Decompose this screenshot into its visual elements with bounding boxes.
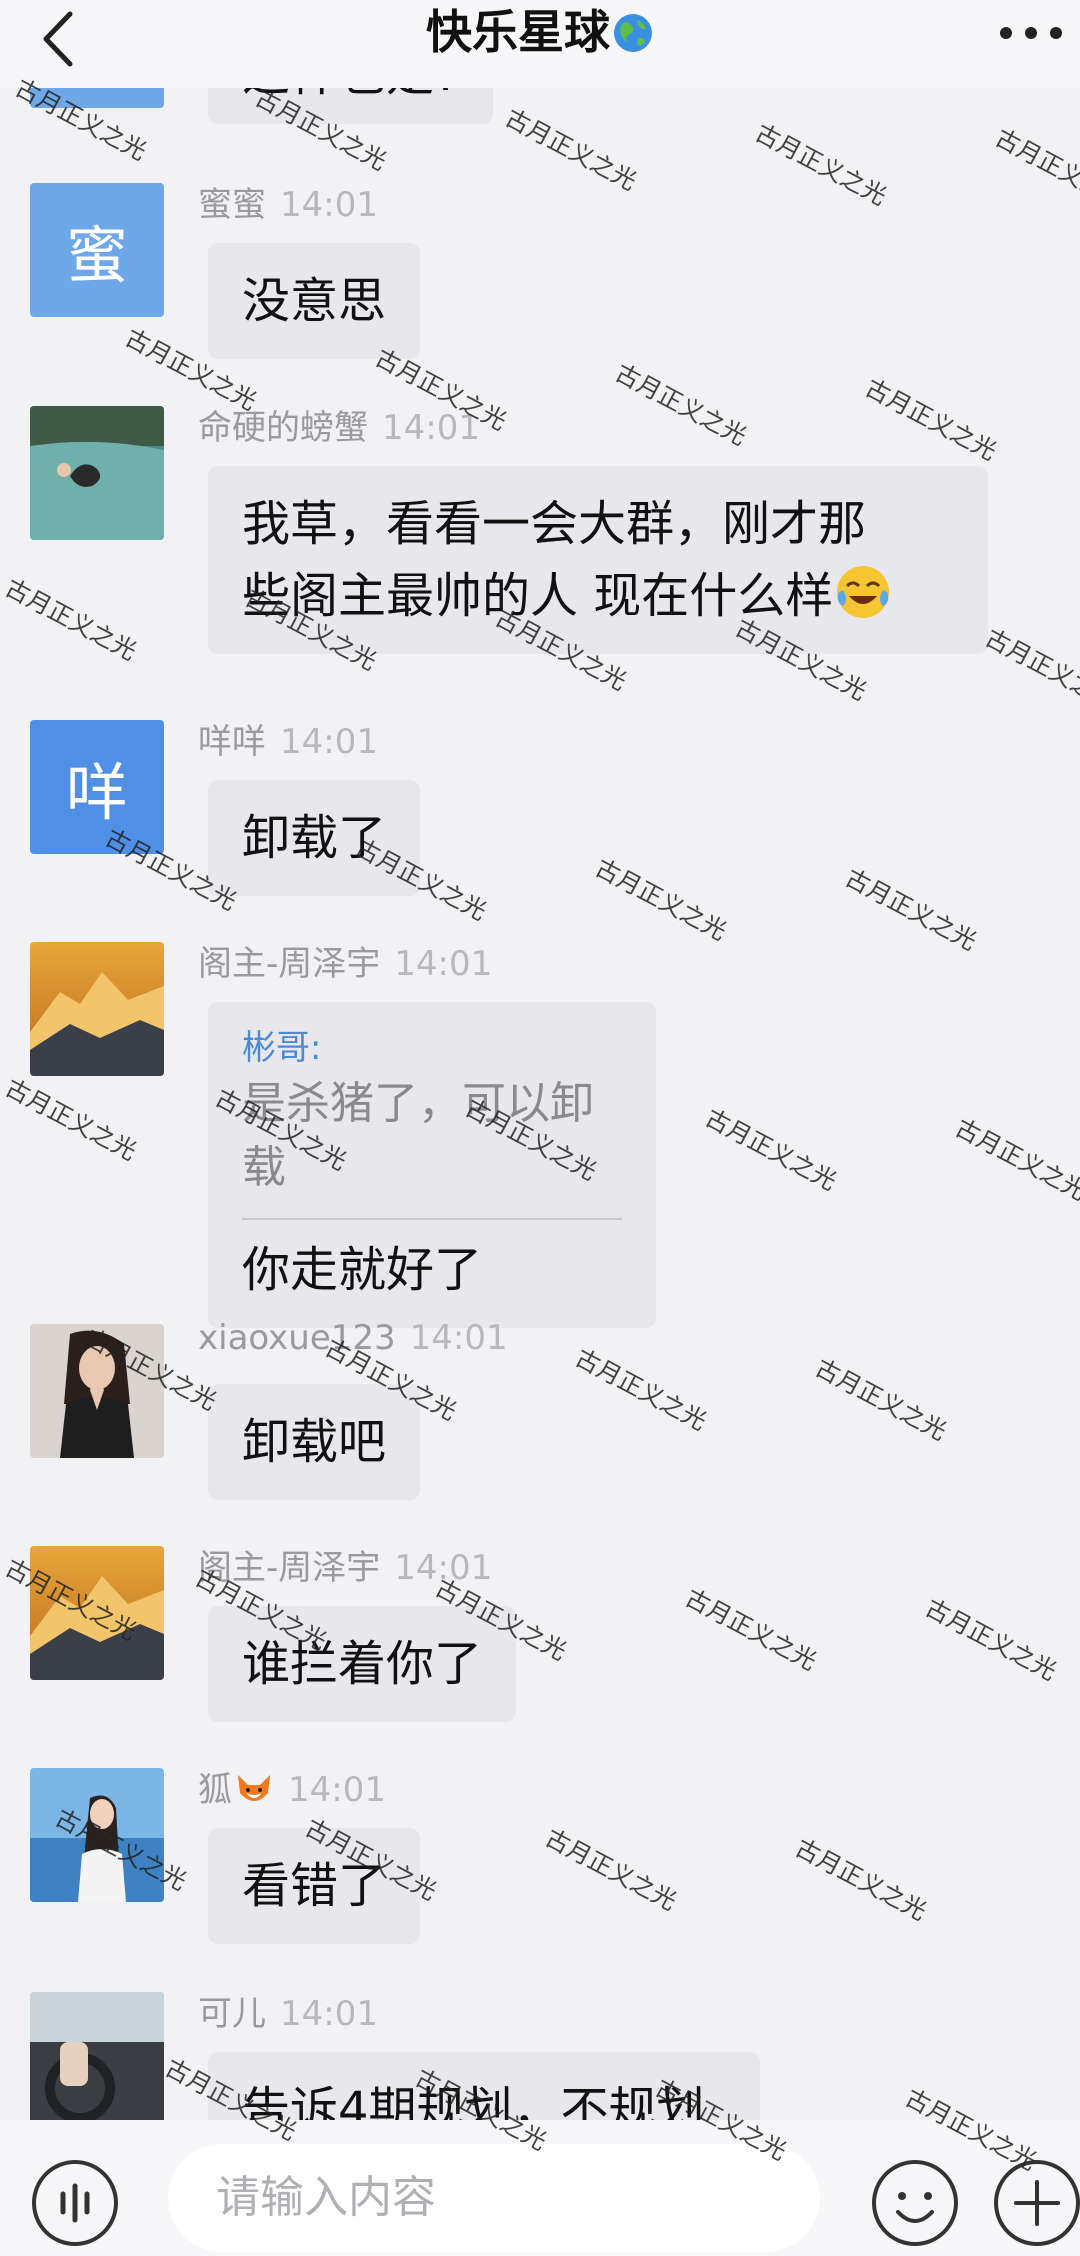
- message-meta: 蜜蜜 14:01: [198, 177, 378, 226]
- tears-of-joy-emoji-icon: [837, 566, 890, 618]
- sender-name: 咩咩: [198, 722, 266, 762]
- message-text: 你走就好了: [242, 1242, 483, 1298]
- mountain-photo-icon: [30, 1546, 164, 1680]
- add-icon[interactable]: [992, 2158, 1080, 2248]
- seaside-photo-icon: [30, 1768, 164, 1902]
- quoted-text: 是杀猪了，可以卸载: [242, 1072, 622, 1220]
- message-meta: 可儿 14:01: [198, 1986, 378, 2035]
- sender-name: 可儿: [198, 1994, 266, 2034]
- sender-name: 命硬的螃蟹: [198, 408, 368, 448]
- message-bubble[interactable]: 没意思: [208, 243, 421, 359]
- message-meta: 阁主-周泽宇 14:01: [198, 936, 492, 985]
- avatar[interactable]: [30, 942, 164, 1076]
- sender-name: 狐: [198, 1770, 232, 1810]
- voice-input-icon[interactable]: [30, 2158, 120, 2248]
- message-bubble[interactable]: 这样也是?: [208, 88, 494, 124]
- sender-name: 阁主-周泽宇: [198, 1548, 381, 1588]
- chat-title: 快乐星球: [0, 2, 1080, 62]
- chat-title-text: 快乐星球: [426, 5, 610, 59]
- message-meta: 阁主-周泽宇 14:01: [198, 1540, 492, 1589]
- message-time: 14:01: [394, 1548, 493, 1588]
- fox-emoji-icon: [238, 1775, 270, 1801]
- chat-message-list[interactable]: 这样也是? 蜜 蜜蜜 14:01 没意思 命硬的螃蟹 14:01: [0, 88, 1080, 2120]
- message-meta: 咩咩 14:01: [198, 714, 378, 763]
- avatar[interactable]: 咩: [30, 720, 164, 854]
- person-photo-icon: [30, 1324, 164, 1458]
- more-options-icon[interactable]: [996, 20, 1066, 46]
- message-time: 14:01: [288, 1770, 386, 1810]
- avatar[interactable]: [30, 1992, 164, 2120]
- message-time: 14:01: [280, 1994, 378, 2034]
- message-bubble[interactable]: 彬哥: 是杀猪了，可以卸载 你走就好了: [208, 1002, 656, 1328]
- car-interior-photo-icon: [30, 1992, 164, 2120]
- avatar[interactable]: [30, 1324, 164, 1458]
- message-text: 没意思: [242, 273, 387, 329]
- message-bubble[interactable]: 谁拦着你了: [208, 1606, 517, 1722]
- message-bubble[interactable]: 卸载吧: [208, 1384, 421, 1500]
- message-text: 卸载吧: [242, 1414, 387, 1470]
- avatar[interactable]: [30, 406, 164, 540]
- message-meta: 狐 14:01: [198, 1762, 386, 1811]
- message-text: 些阁主最帅的人 现在什么样: [242, 568, 834, 624]
- quoted-sender: 彬哥:: [242, 1028, 322, 1068]
- lake-photo-icon: [30, 406, 164, 540]
- message-bubble[interactable]: 告诉4期规划，不规划: [208, 2052, 760, 2120]
- message-text: 卸载了: [242, 810, 387, 866]
- message-input[interactable]: 请输入内容: [168, 2144, 820, 2252]
- avatar[interactable]: [30, 1768, 164, 1902]
- message-meta: xiaoxue123 14:01: [198, 1318, 508, 1358]
- message-time: 14:01: [280, 185, 378, 225]
- avatar[interactable]: [30, 88, 164, 108]
- input-bar: 请输入内容: [0, 2120, 1080, 2256]
- message-time: 14:01: [409, 1318, 508, 1358]
- sender-name: 蜜蜜: [198, 185, 266, 225]
- message-bubble[interactable]: 看错了: [208, 1828, 421, 1944]
- emoji-icon[interactable]: [870, 2158, 960, 2248]
- message-text: 告诉4期规划，不规划: [242, 2082, 705, 2120]
- message-text: 谁拦着你了: [242, 1636, 483, 1692]
- message-time: 14:01: [394, 944, 493, 984]
- sender-name: 阁主-周泽宇: [198, 944, 381, 984]
- message-text: 这样也是?: [242, 88, 459, 102]
- message-text: 看错了: [242, 1858, 387, 1914]
- message-meta: 命硬的螃蟹 14:01: [198, 400, 480, 449]
- avatar[interactable]: [30, 1546, 164, 1680]
- message-time: 14:01: [280, 722, 378, 762]
- mountain-photo-icon: [30, 942, 164, 1076]
- sender-name: xiaoxue123: [198, 1318, 396, 1358]
- avatar-letter: 咩: [65, 756, 128, 829]
- message-bubble[interactable]: 卸载了: [208, 780, 421, 896]
- avatar[interactable]: 蜜: [30, 183, 164, 317]
- message-text-line: 些阁主最帅的人 现在什么样: [242, 560, 954, 632]
- chat-header: 快乐星球: [0, 0, 1080, 88]
- message-bubble[interactable]: 我草，看看一会大群，刚才那 些阁主最帅的人 现在什么样: [208, 466, 988, 654]
- avatar-letter: 蜜: [65, 219, 128, 292]
- message-text-line: 我草，看看一会大群，刚才那: [242, 496, 867, 552]
- globe-icon: [614, 14, 652, 52]
- message-time: 14:01: [382, 408, 480, 448]
